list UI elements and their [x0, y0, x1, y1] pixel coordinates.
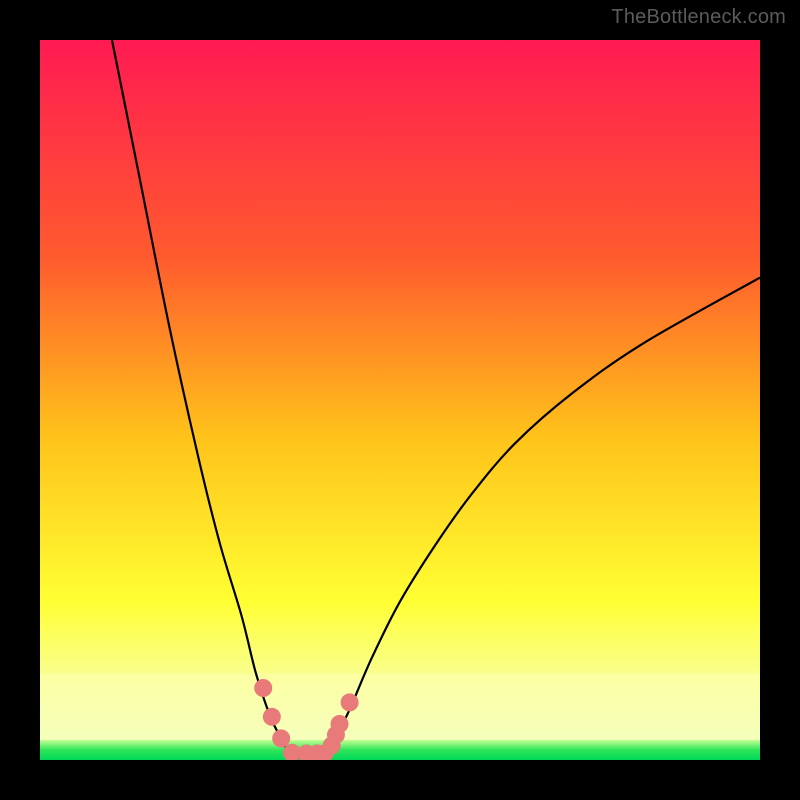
watermark-text: TheBottleneck.com — [611, 6, 786, 29]
marker-dot — [254, 679, 272, 697]
chart-svg — [40, 40, 760, 760]
gradient-background — [40, 40, 760, 760]
plot-area — [40, 40, 760, 760]
green-band — [40, 740, 760, 760]
marker-dot — [272, 729, 290, 747]
yellow-band — [40, 674, 760, 740]
marker-dot — [331, 715, 349, 733]
marker-dot — [341, 693, 359, 711]
marker-dot — [263, 708, 281, 726]
chart-frame: TheBottleneck.com — [0, 0, 800, 800]
